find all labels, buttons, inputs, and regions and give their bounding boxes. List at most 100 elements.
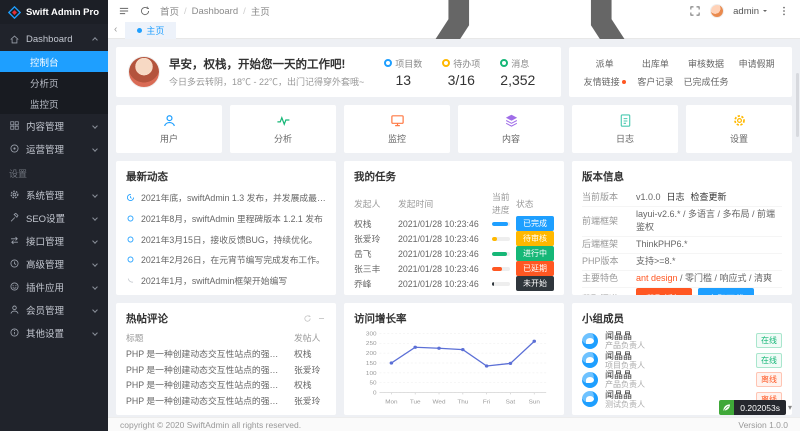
sidebar-item-9[interactable]: 会员管理 (0, 298, 108, 321)
sidebar-subitem-分析页[interactable]: 分析页 (0, 72, 108, 93)
shortcut-card[interactable]: 监控 (344, 105, 450, 153)
breadcrumb-home[interactable]: 首页 (160, 4, 179, 18)
sidebar-subitem-控制台[interactable]: 控制台 (0, 51, 108, 72)
tasks-header-initiator: 发起人 (354, 197, 392, 210)
stat-value: 13 (384, 72, 422, 88)
tab-label: 主页 (146, 24, 164, 37)
task-status-badge: 待审核 (516, 231, 554, 246)
sidebar-item-5[interactable]: SEO设置 (0, 206, 108, 229)
shortcut-card[interactable]: 用户 (116, 105, 222, 153)
member-role: 产品负责人 (605, 341, 645, 350)
news-text: 2021年8月，swiftAdmin 里程碑版本 1.2.1 发布 (141, 212, 323, 225)
version-rows: 当前版本 v1.0.0 日志检查更新 前端框架 layui-v2.6.* / 多… (582, 190, 782, 295)
team-list: 闻晶晶 产品负责人 在线 闻晶晶 项目负责人 在线 闻晶晶 产品负责人 离线 闻… (582, 331, 782, 409)
sidebar-item-label: Dashboard (26, 34, 72, 45)
news-item[interactable]: 2021年3月15日，接收反馈BUG，持续优化。 (126, 233, 326, 246)
copyright-text: copyright © 2020 SwiftAdmin all rights r… (120, 420, 301, 430)
license-button[interactable]: 获取授权 (636, 288, 692, 295)
task-row: 张三丰 2021/01/28 10:23:46 已延期 (354, 261, 554, 276)
user-icon (162, 113, 177, 128)
svg-text:200: 200 (366, 350, 377, 357)
member-avatar (582, 333, 598, 349)
footer: copyright © 2020 SwiftAdmin all rights r… (108, 417, 800, 431)
stat-icon (384, 59, 392, 67)
quick-link[interactable]: 派单 (579, 57, 630, 70)
sidebar-item-label: SEO设置 (26, 211, 65, 225)
version-link-日志[interactable]: 日志 (667, 190, 685, 203)
hamburger-icon[interactable] (118, 5, 130, 17)
version-text: Version 1.0.0 (738, 420, 788, 430)
sidebar-item-2[interactable]: 运营管理 (0, 137, 108, 160)
quick-link[interactable]: 客户记录 (630, 75, 681, 88)
comment-row[interactable]: PHP 是一种创建动态交互性站点的强有力的服务器端脚本语言 张爱玲 (126, 394, 326, 407)
news-item[interactable]: 2021年底，swiftAdmin 1.3 发布，并发展成最受欢迎的极速开发框架… (126, 191, 326, 204)
version-row-label: 后端框架 (582, 237, 630, 250)
greeting-text: 早安，权栈，开始您一天的工作吧! (169, 56, 364, 72)
svg-text:100: 100 (366, 370, 377, 377)
sidebar-subitem-监控页[interactable]: 监控页 (0, 93, 108, 114)
runtime-caret-icon[interactable]: ▾ (788, 403, 792, 412)
app-title: Swift Admin Pro (26, 7, 99, 18)
shortcut-card[interactable]: 日志 (572, 105, 678, 153)
quick-link[interactable]: 出库单 (630, 57, 681, 70)
download-button[interactable]: 立即下载 (698, 288, 754, 295)
tab-scroll-left[interactable]: ‹ (114, 25, 117, 35)
scrollbar[interactable] (796, 73, 799, 137)
breadcrumb-current: 主页 (251, 4, 270, 18)
quick-link[interactable]: 已完成任务 (681, 75, 732, 88)
task-time: 2021/01/28 10:23:46 (398, 264, 486, 274)
svg-text:Thu: Thu (457, 399, 468, 406)
panel-refresh-icon[interactable] (303, 314, 312, 323)
runtime-value: 0.202053s (734, 400, 786, 415)
breadcrumb-dashboard[interactable]: Dashboard (192, 6, 238, 17)
breadcrumb-separator: / (184, 6, 187, 17)
version-row: 前端框架 layui-v2.6.* / 多语言 / 多布局 / 前端鉴权 (582, 207, 782, 237)
task-initiator: 张爱玲 (354, 232, 392, 245)
more-menu-icon[interactable] (778, 5, 790, 17)
news-item[interactable]: 2021年8月，swiftAdmin 里程碑版本 1.2.1 发布 (126, 212, 326, 225)
topbar: 首页 / Dashboard / 主页 admin (108, 0, 800, 22)
fullscreen-icon[interactable] (689, 5, 701, 17)
version-row: PHP版本 支持>=8.* (582, 254, 782, 271)
version-panel: 版本信息 当前版本 v1.0.0 日志检查更新 前端框架 layui-v2.6.… (572, 161, 792, 295)
refresh-icon[interactable] (139, 5, 151, 17)
version-row-value: ThinkPHP6.* (636, 239, 688, 249)
sidebar-item-8[interactable]: 插件应用 (0, 275, 108, 298)
comment-row[interactable]: PHP 是一种创建动态交互性站点的强有力的服务器端脚本语言 权栈 (126, 347, 326, 360)
quick-links-row2: 友情链接客户记录已完成任务 (579, 75, 782, 88)
sidebar-item-0[interactable]: Dashboard (0, 28, 108, 51)
version-link-检查更新[interactable]: 检查更新 (691, 190, 727, 203)
member-name: 闻晶晶 (605, 351, 645, 361)
comment-row[interactable]: PHP 是一种创建动态交互性站点的强有力的服务器端脚本语言 权栈 (126, 378, 326, 391)
user-avatar[interactable] (710, 4, 724, 18)
panel-collapse-icon[interactable] (317, 314, 326, 323)
sidebar-item-7[interactable]: 高级管理 (0, 252, 108, 275)
team-panel: 小组成员 闻晶晶 产品负责人 在线 闻晶晶 项目负责人 在线 闻晶晶 产品负责人… (572, 303, 792, 415)
sidebar-item-6[interactable]: 接口管理 (0, 229, 108, 252)
sidebar-item-4[interactable]: 系统管理 (0, 183, 108, 206)
file-icon (618, 113, 633, 128)
quick-link[interactable]: 友情链接 (579, 75, 630, 88)
sidebar-item-10[interactable]: 其他设置 (0, 321, 108, 344)
logo[interactable]: Swift Admin Pro (0, 0, 108, 24)
version-row-label: 获取渠道 (582, 292, 630, 295)
quick-link[interactable]: 申请假期 (731, 57, 782, 70)
shortcut-card[interactable]: 内容 (458, 105, 564, 153)
runtime-badge: 0.202053s ▾ (719, 400, 792, 415)
quick-link[interactable]: 审核数据 (681, 57, 732, 70)
timeline-dot-icon (126, 235, 135, 244)
member-avatar (582, 352, 598, 368)
comment-row[interactable]: PHP 是一种创建动态交互性站点的强有力的服务器端脚本语言 张爱玲 (126, 363, 326, 376)
sidebar-item-label: 接口管理 (26, 234, 64, 248)
shortcut-card[interactable]: 设置 (686, 105, 792, 153)
task-time: 2021/01/28 10:23:46 (398, 234, 486, 244)
version-row-value: v1.0.0 (636, 192, 661, 202)
member-role: 产品负责人 (605, 380, 645, 389)
sidebar-item-1[interactable]: 内容管理 (0, 114, 108, 137)
shortcut-card[interactable]: 分析 (230, 105, 336, 153)
news-item[interactable]: 2021年2月26日，在元宵节编写完成发布工作。 (126, 253, 326, 266)
user-menu[interactable]: admin (733, 6, 769, 17)
tab-home[interactable]: 主页 (125, 22, 176, 39)
news-item[interactable]: 2021年1月，swiftAdmin框架开始编写 (126, 274, 326, 287)
pulse-icon (276, 113, 291, 128)
